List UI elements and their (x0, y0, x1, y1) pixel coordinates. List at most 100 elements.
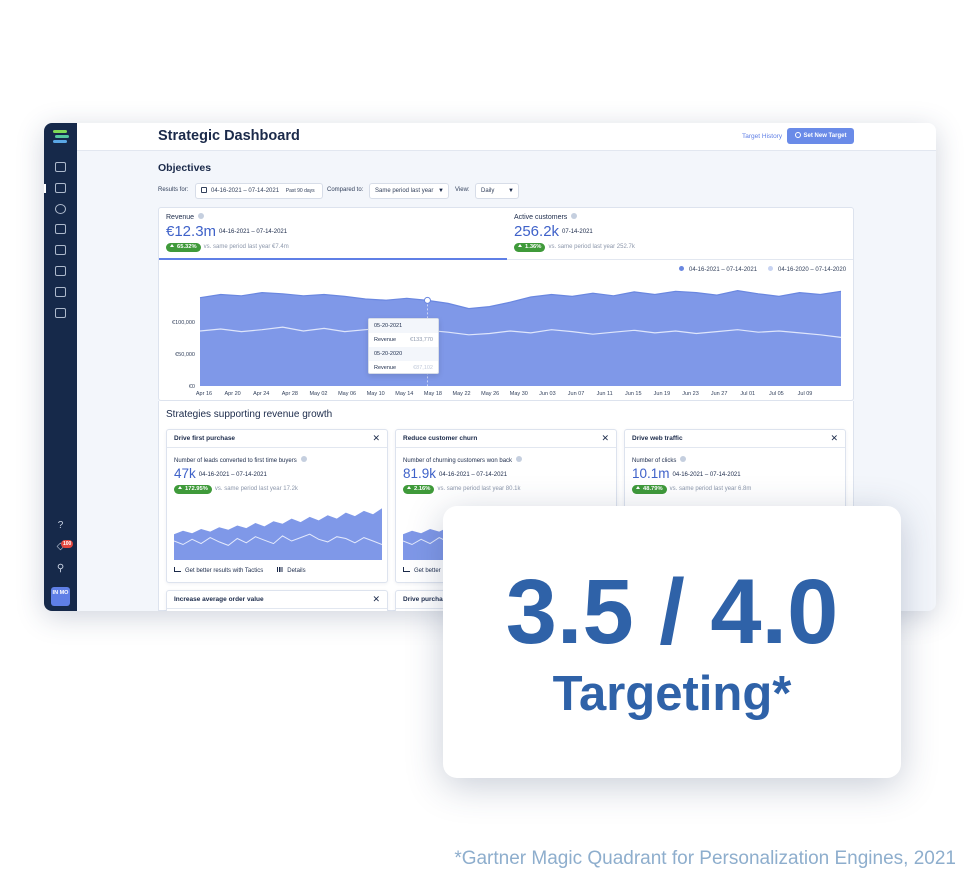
delta-pill: 65.32% (166, 243, 201, 252)
objectives-title: Objectives (158, 162, 212, 174)
x-tick-label: Apr 20 (225, 391, 241, 397)
nav-dashboard-icon[interactable] (55, 183, 66, 193)
nav-active-marker (44, 184, 46, 193)
close-icon[interactable]: ✕ (372, 594, 380, 605)
view-select[interactable]: Daily ▼ (475, 183, 519, 199)
tactics-link[interactable]: Get better results with Tactics (185, 568, 263, 574)
kpi-active-customers[interactable]: Active customers 256.2k 07-14-2021 1.36% v… (507, 208, 855, 259)
card-value-text: 10.1m (632, 466, 670, 481)
card-title: Reduce customer churn (403, 435, 478, 442)
card-footer: Get better results with Tactics Details (174, 567, 306, 574)
nav-target-icon[interactable] (55, 204, 66, 214)
tooltip-date-current: 05-20-2021 (369, 319, 438, 333)
date-range-value: 04-16-2021 – 07-14-2021 (211, 188, 280, 194)
card-metric: Number of leads converted to first time … (174, 456, 307, 464)
close-icon[interactable]: ✕ (372, 433, 380, 444)
arrow-up-icon (636, 486, 640, 489)
brand-logo-icon[interactable] (53, 129, 69, 145)
arrow-up-icon (170, 244, 174, 247)
kpi-revenue[interactable]: Revenue €12.3m 04-16-2021 – 07-14-2021 65… (159, 208, 507, 259)
help-icon[interactable]: ? (44, 520, 77, 531)
nav-campaign-icon[interactable] (55, 245, 66, 255)
compare-text: vs. same period last year 80.1k (437, 486, 521, 492)
nav-profile-icon[interactable] (55, 266, 66, 276)
info-icon[interactable] (680, 456, 687, 462)
nav-audience-icon[interactable] (55, 224, 66, 234)
x-tick-label: May 30 (510, 391, 528, 397)
kpi-value-text: 256.2k (514, 223, 560, 240)
set-new-target-button[interactable]: Set New Target (787, 128, 854, 144)
tooltip-value: €133,770 (410, 337, 433, 343)
x-tick-label: Apr 16 (196, 391, 212, 397)
y-tick-label: €50,000 (175, 352, 195, 358)
close-icon[interactable]: ✕ (830, 433, 838, 444)
card-title: Drive web traffic (632, 435, 683, 442)
close-icon[interactable]: ✕ (601, 433, 609, 444)
card-value-text: 47k (174, 466, 196, 481)
series-area-current (200, 290, 841, 386)
card-range: 04-16-2021 – 07-14-2021 (439, 472, 508, 478)
x-tick-label: Jul 01 (740, 391, 755, 397)
details-icon (277, 567, 284, 572)
card-value: 47k 04-16-2021 – 07-14-2021 (174, 466, 267, 481)
compare-text: vs. same period last year 17.2k (214, 486, 298, 492)
x-tick-label: Jun 03 (539, 391, 556, 397)
nav-document-icon[interactable] (55, 162, 66, 172)
calendar-icon (201, 187, 207, 193)
kpi-value-text: €12.3m (166, 223, 217, 240)
card-title: Increase average order value (174, 596, 264, 603)
rating-card: 3.5 / 4.0 Targeting* (443, 506, 901, 778)
info-icon[interactable] (198, 213, 205, 219)
search-icon[interactable]: ⚲ (44, 563, 77, 574)
avatar[interactable]: IN MO (51, 587, 70, 606)
tooltip-label: Revenue (374, 337, 397, 343)
kpi-delta: 65.32% vs. same period last year €7.4m (166, 243, 289, 252)
compare-text: vs. same period last year €7.4m (203, 244, 289, 250)
card-delta: 48.79% vs. same period last year 6.8m (632, 485, 751, 494)
plus-icon (794, 132, 801, 138)
nav-cloud-icon[interactable] (55, 308, 66, 318)
card-value-text: 81.9k (403, 466, 437, 481)
delta-value: 172.95% (185, 486, 208, 492)
view-label: View: (455, 187, 470, 193)
x-tick-label: Jun 27 (711, 391, 728, 397)
hover-point-current (423, 296, 431, 304)
info-icon[interactable] (571, 213, 578, 219)
x-tick-label: Jun 15 (625, 391, 642, 397)
kpi-delta: 1.36% vs. same period last year 252.7k (514, 243, 635, 252)
info-icon[interactable] (300, 456, 307, 462)
kpi-label-text: Active customers (514, 214, 568, 221)
card-value: 81.9k 04-16-2021 – 07-14-2021 (403, 466, 507, 481)
nav-tools-icon[interactable] (55, 287, 66, 297)
kpi-value: 256.2k 07-14-2021 (514, 223, 593, 240)
arrow-up-icon (407, 486, 411, 489)
strategy-card-order-value[interactable]: Increase average order value ✕ (166, 590, 388, 611)
x-tick-label: Jun 19 (654, 391, 671, 397)
details-link[interactable]: Details (287, 568, 305, 574)
x-tick-label: Jul 09 (798, 391, 813, 397)
x-tick-label: Apr 28 (282, 391, 298, 397)
delta-pill: 172.95% (174, 485, 212, 494)
compare-text: vs. same period last year 6.8m (669, 486, 752, 492)
revenue-area-chart[interactable]: €0 €50,000 €100,000 Apr 16 Apr 20 Apr 24 Apr 2… (159, 260, 853, 402)
kpi-label: Active customers (514, 213, 578, 221)
tactics-link[interactable]: Get better (414, 568, 441, 574)
x-tick-label: Apr 24 (253, 391, 269, 397)
trend-icon (174, 567, 181, 572)
caret-down-icon: ▼ (508, 188, 514, 194)
strategy-card-first-purchase[interactable]: Drive first purchase ✕ Number of leads co… (166, 429, 388, 583)
card-delta: 2.16% vs. same period last year 80.1k (403, 485, 520, 494)
results-for-label: Results for: (158, 187, 189, 193)
strategies-title: Strategies supporting revenue growth (166, 409, 333, 420)
date-range-picker[interactable]: 04-16-2021 – 07-14-2021 Past 90 days (195, 183, 323, 199)
target-history-link[interactable]: Target History (742, 133, 782, 140)
sidebar: ? ◇ 100 ⚲ IN MO (44, 123, 77, 611)
view-value: Daily (481, 188, 495, 194)
x-tick-label: May 06 (338, 391, 356, 397)
info-icon[interactable] (516, 456, 523, 462)
compared-to-select[interactable]: Same period last year ▼ (369, 183, 449, 199)
kpi-range: 04-16-2021 – 07-14-2021 (219, 229, 288, 235)
arrow-up-icon (178, 486, 182, 489)
card-value: 10.1m 04-16-2021 – 07-14-2021 (632, 466, 741, 481)
x-tick-label: May 14 (395, 391, 413, 397)
